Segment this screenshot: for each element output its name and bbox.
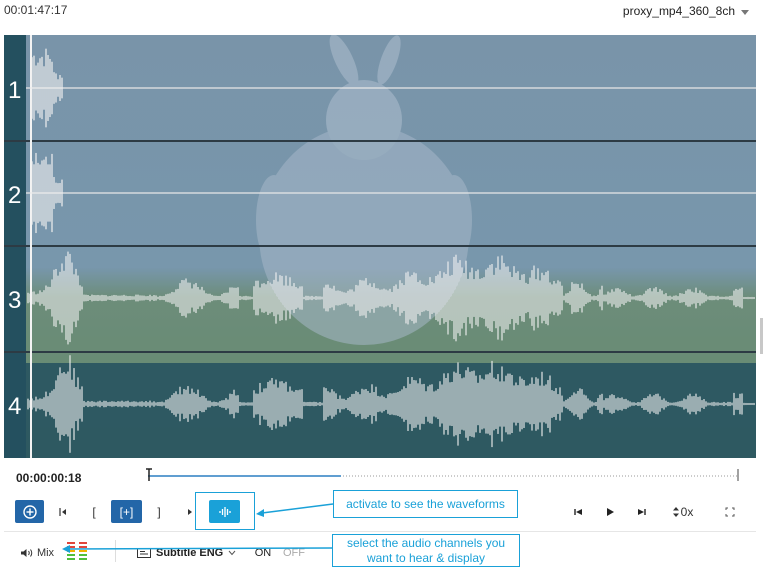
timeline-handle [146, 468, 152, 481]
fullscreen-icon [725, 507, 735, 517]
go-to-in-icon [59, 508, 66, 516]
current-timecode: 00:01:47:17 [4, 3, 68, 17]
play-icon [607, 508, 614, 516]
channels-callout-line1: select the audio channels you [346, 535, 506, 550]
subtitle-dropdown[interactable]: Subtitle ENG [137, 545, 239, 561]
mark-out-button[interactable]: ] [151, 503, 167, 521]
skip-back-icon [574, 509, 582, 515]
proxy-dropdown[interactable]: proxy_mp4_360_8ch [623, 4, 749, 18]
playback-speed-control[interactable]: 0x [668, 503, 698, 521]
plus-circle-icon [22, 504, 37, 519]
subtitle-label: Subtitle ENG [156, 547, 224, 559]
toolbar-divider [4, 531, 756, 532]
waveform-icon [218, 506, 231, 517]
go-to-out-icon [188, 509, 192, 515]
audio-mix-label: Mix [36, 547, 55, 559]
audio-channel-selector[interactable] [65, 540, 91, 562]
waveform-toggle-button[interactable] [209, 500, 240, 523]
skip-forward-icon [638, 509, 646, 515]
next-frame-button[interactable] [634, 504, 650, 520]
fullscreen-button[interactable] [722, 504, 738, 520]
subtitle-icon [137, 548, 151, 558]
audio-meter-icon [67, 542, 87, 560]
current-time: 00:00:00:18 [16, 471, 82, 485]
previous-frame-button[interactable] [570, 504, 586, 520]
mark-in-button[interactable]: [ [86, 503, 102, 521]
add-range-button[interactable]: [+] [111, 500, 142, 523]
go-to-in-button[interactable] [55, 503, 71, 521]
waveform-callout: activate to see the waveforms [333, 490, 518, 518]
chevron-down-icon [741, 9, 749, 15]
channels-callout: select the audio channels you want to he… [332, 534, 520, 567]
video-player[interactable]: 1 2 3 4 [4, 35, 756, 458]
channel-label-4[interactable]: 4 [8, 393, 21, 420]
up-down-arrows-icon [672, 507, 679, 517]
footer-divider [115, 540, 116, 562]
play-button[interactable] [602, 504, 618, 520]
timeline-scrubber[interactable] [146, 466, 740, 482]
proxy-label: proxy_mp4_360_8ch [622, 4, 735, 18]
channel-label-2[interactable]: 2 [8, 182, 21, 209]
video-frame: 1 2 3 4 [4, 35, 756, 458]
channel-label-1[interactable]: 1 [8, 77, 21, 104]
speaker-icon [20, 549, 33, 557]
subtitle-off-button[interactable]: OFF [281, 545, 307, 561]
channel-label-3[interactable]: 3 [8, 287, 21, 314]
speed-label: 0x [680, 505, 694, 519]
subtitle-on-button[interactable]: ON [252, 545, 274, 561]
channels-callout-line2: want to hear & display [366, 550, 486, 565]
add-marker-button[interactable] [15, 500, 44, 523]
audio-mix-button[interactable]: Mix [18, 545, 56, 561]
chevron-down-icon [228, 550, 236, 556]
scrollbar-thumb[interactable] [760, 318, 763, 354]
